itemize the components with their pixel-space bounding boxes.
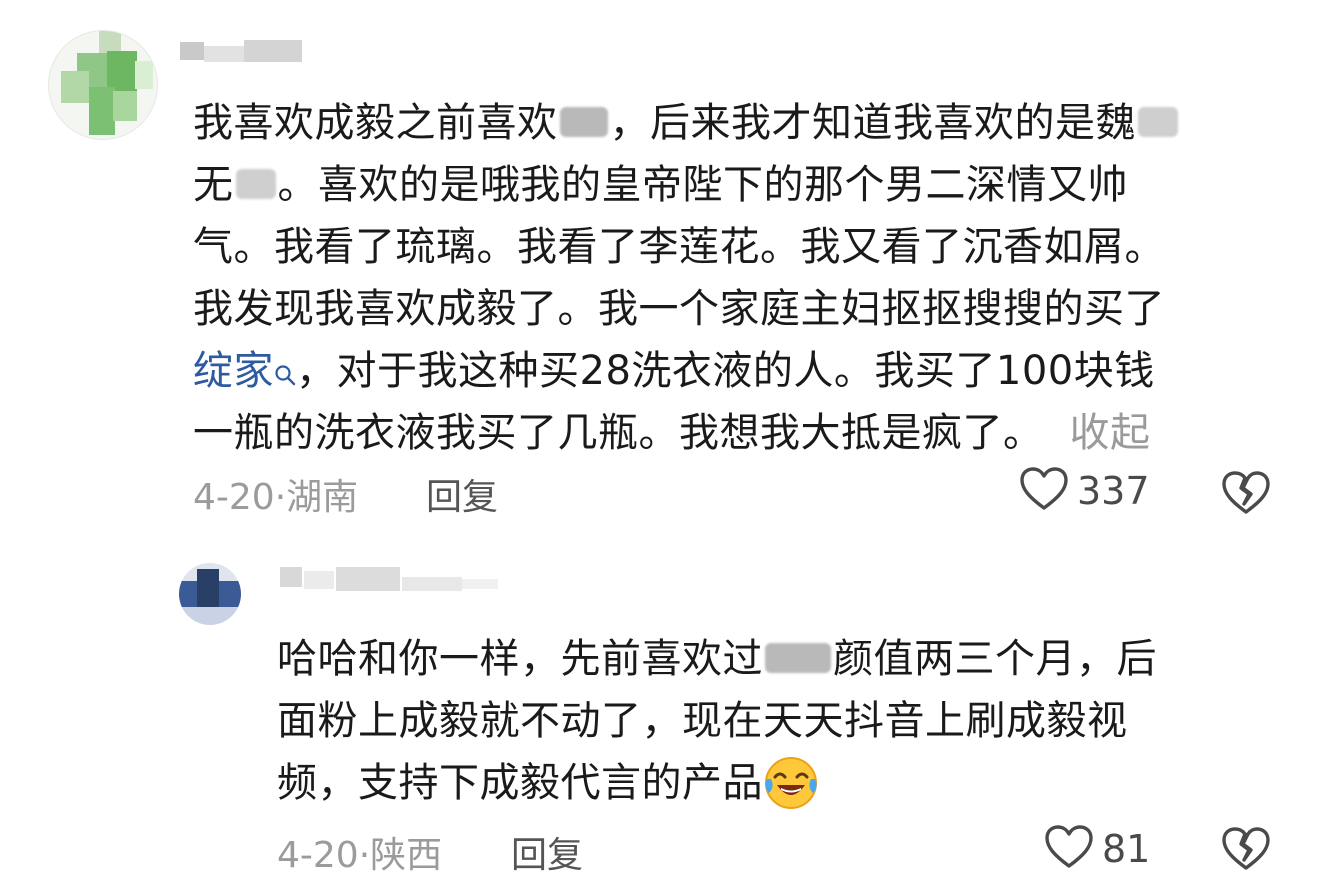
like-button[interactable]: 337	[1019, 466, 1150, 516]
comment-line: 气。我看了琉璃。我看了李莲花。我又看了沉香如屑。	[193, 224, 1165, 270]
censored-text	[235, 169, 276, 199]
like-count: 337	[1077, 469, 1150, 513]
like-count: 81	[1102, 827, 1151, 871]
commenter-username-blurred[interactable]	[180, 40, 302, 62]
comment-text-segment: 颜值两三个月，后	[833, 636, 1157, 682]
broken-heart-icon	[1221, 827, 1271, 876]
comment-body: 我喜欢成毅之前喜欢 ，后来我才知道我喜欢的是魏 无。喜欢的是哦我的皇帝陛下的那个男…	[193, 92, 1180, 464]
comment-line: 我发现我喜欢成毅了。我一个家庭主妇抠抠搜搜的买了	[193, 286, 1165, 332]
commenter-avatar[interactable]	[48, 30, 158, 140]
comment-text-segment: 无	[193, 162, 234, 208]
comment-line: 绽家 ，对于我这种买28洗衣液的人。我买了100块钱	[193, 340, 1180, 402]
reply-body: 哈哈和你一样，先前喜欢过 颜值两三个月，后 面粉上成毅就不动了，现在天天抖音上刷成…	[277, 628, 1157, 814]
comment-line: 无。喜欢的是哦我的皇帝陛下的那个男二深情又帅	[193, 154, 1180, 216]
avatar-mosaic	[113, 91, 137, 121]
reply-date-location: 4-20·陕西	[277, 835, 443, 876]
comment-line: 频，支持下成毅代言的产品	[277, 752, 1157, 814]
avatar-mosaic	[89, 87, 115, 135]
censored-text	[765, 643, 831, 673]
search-link[interactable]: 绽家	[193, 348, 296, 394]
comment-line: 面粉上成毅就不动了，现在天天抖音上刷成毅视	[277, 698, 1128, 744]
reply-username-blurred[interactable]	[280, 567, 500, 591]
reply-button[interactable]: 回复	[511, 826, 583, 878]
comment-text-segment: 一瓶的洗衣液我买了几瓶。我想我大抵是疯了。	[193, 410, 1044, 456]
heart-outline-icon	[1019, 466, 1069, 516]
laughing-crying-emoji	[763, 755, 819, 811]
blur-block	[280, 567, 302, 587]
broken-heart-icon	[1221, 471, 1271, 520]
comment-line: 哈哈和你一样，先前喜欢过 颜值两三个月，后	[277, 628, 1157, 690]
reply-button[interactable]: 回复	[426, 468, 498, 520]
comment-text-segment: ，后来我才知道我喜欢的是魏	[609, 100, 1136, 146]
blur-block	[244, 40, 302, 62]
heart-outline-icon	[1044, 824, 1094, 874]
blur-block	[402, 577, 462, 591]
comment-text-segment: 哈哈和你一样，先前喜欢过	[277, 636, 763, 682]
avatar-mosaic	[135, 61, 153, 89]
censored-text	[559, 107, 608, 137]
comment-text-segment: 频，支持下成毅代言的产品	[277, 760, 763, 806]
search-icon	[274, 342, 296, 386]
blur-block	[336, 567, 400, 591]
censored-text	[1138, 107, 1178, 137]
comment-text-segment: 。喜欢的是哦我的皇帝陛下的那个男二深情又帅	[277, 162, 1128, 208]
comment-date-location: 4-20·湖南	[193, 477, 359, 518]
comment-line: 我喜欢成毅之前喜欢 ，后来我才知道我喜欢的是魏	[193, 92, 1180, 154]
avatar-mosaic	[179, 607, 241, 625]
like-button[interactable]: 81	[1044, 824, 1150, 874]
comment-line: 一瓶的洗衣液我买了几瓶。我想我大抵是疯了。 收起	[193, 402, 1180, 464]
comment-text-segment: ，对于我这种买28洗衣液的人。我买了100块钱	[296, 348, 1155, 394]
comment-text-segment: 我喜欢成毅之前喜欢	[193, 100, 558, 146]
blur-block	[204, 46, 244, 62]
dislike-button[interactable]	[1221, 826, 1271, 876]
reply-avatar[interactable]	[179, 563, 241, 625]
dislike-button[interactable]	[1221, 470, 1271, 520]
blur-block	[180, 42, 204, 60]
avatar-mosaic	[107, 51, 137, 91]
blur-block	[304, 571, 334, 589]
search-link-label: 绽家	[193, 348, 274, 394]
collapse-button[interactable]: 收起	[1070, 410, 1151, 456]
avatar-mosaic	[61, 71, 89, 103]
blur-block	[462, 579, 498, 589]
